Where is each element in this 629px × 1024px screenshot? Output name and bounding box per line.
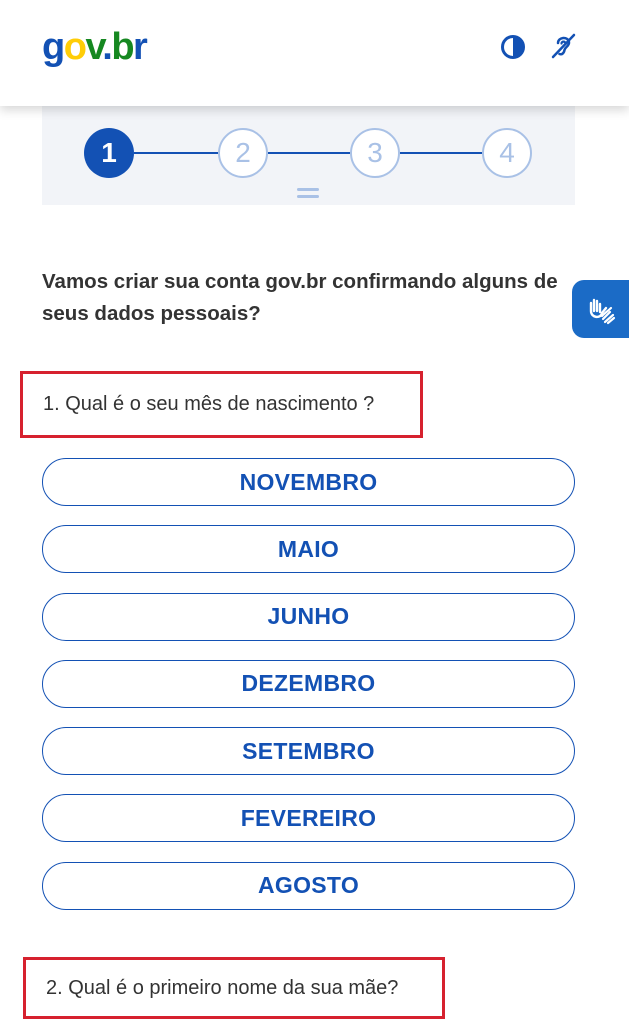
sign-language-hands-icon — [589, 298, 615, 325]
option-december[interactable]: DEZEMBRO — [42, 659, 575, 708]
header: gov.br — [0, 0, 629, 106]
contrast-icon[interactable] — [500, 34, 526, 60]
progress-stepper: 1 2 3 4 — [42, 106, 575, 205]
option-may[interactable]: MAIO — [42, 525, 575, 574]
collapse-handle-icon[interactable] — [297, 188, 319, 198]
logo-letter-o: o — [63, 26, 87, 68]
step-connector — [268, 152, 350, 154]
birth-month-options: NOVEMBRO MAIO JUNHO DEZEMBRO SETEMBRO FE… — [42, 458, 575, 929]
option-august[interactable]: AGOSTO — [42, 861, 575, 910]
logo-letter-r: r — [133, 26, 148, 68]
logo-letter-b: b — [111, 26, 134, 68]
hearing-icon[interactable] — [548, 31, 578, 61]
step-1[interactable]: 1 — [84, 128, 134, 178]
option-september[interactable]: SETEMBRO — [42, 727, 575, 776]
question-2-text: 2. Qual é o primeiro nome da sua mãe? — [46, 976, 399, 999]
govbr-logo[interactable]: gov.br — [42, 22, 148, 72]
sign-language-widget-button[interactable] — [572, 280, 629, 338]
step-3[interactable]: 3 — [350, 128, 400, 178]
question-1-label: 1. Qual é o seu mês de nascimento ? — [20, 371, 423, 438]
option-february[interactable]: FEVEREIRO — [42, 794, 575, 843]
step-4[interactable]: 4 — [482, 128, 532, 178]
logo-letter-g: g — [42, 26, 65, 68]
option-june[interactable]: JUNHO — [42, 592, 575, 641]
intro-text: Vamos criar sua conta gov.br confirmando… — [42, 270, 558, 325]
logo-letter-v: v — [85, 26, 103, 68]
step-2[interactable]: 2 — [218, 128, 268, 178]
step-connector — [400, 152, 482, 154]
option-november[interactable]: NOVEMBRO — [42, 458, 575, 506]
logo-dot: . — [102, 26, 113, 68]
step-connector — [134, 152, 218, 154]
question-1-text: 1. Qual é o seu mês de nascimento ? — [43, 393, 375, 415]
question-2-label: 2. Qual é o primeiro nome da sua mãe? — [23, 957, 445, 1019]
